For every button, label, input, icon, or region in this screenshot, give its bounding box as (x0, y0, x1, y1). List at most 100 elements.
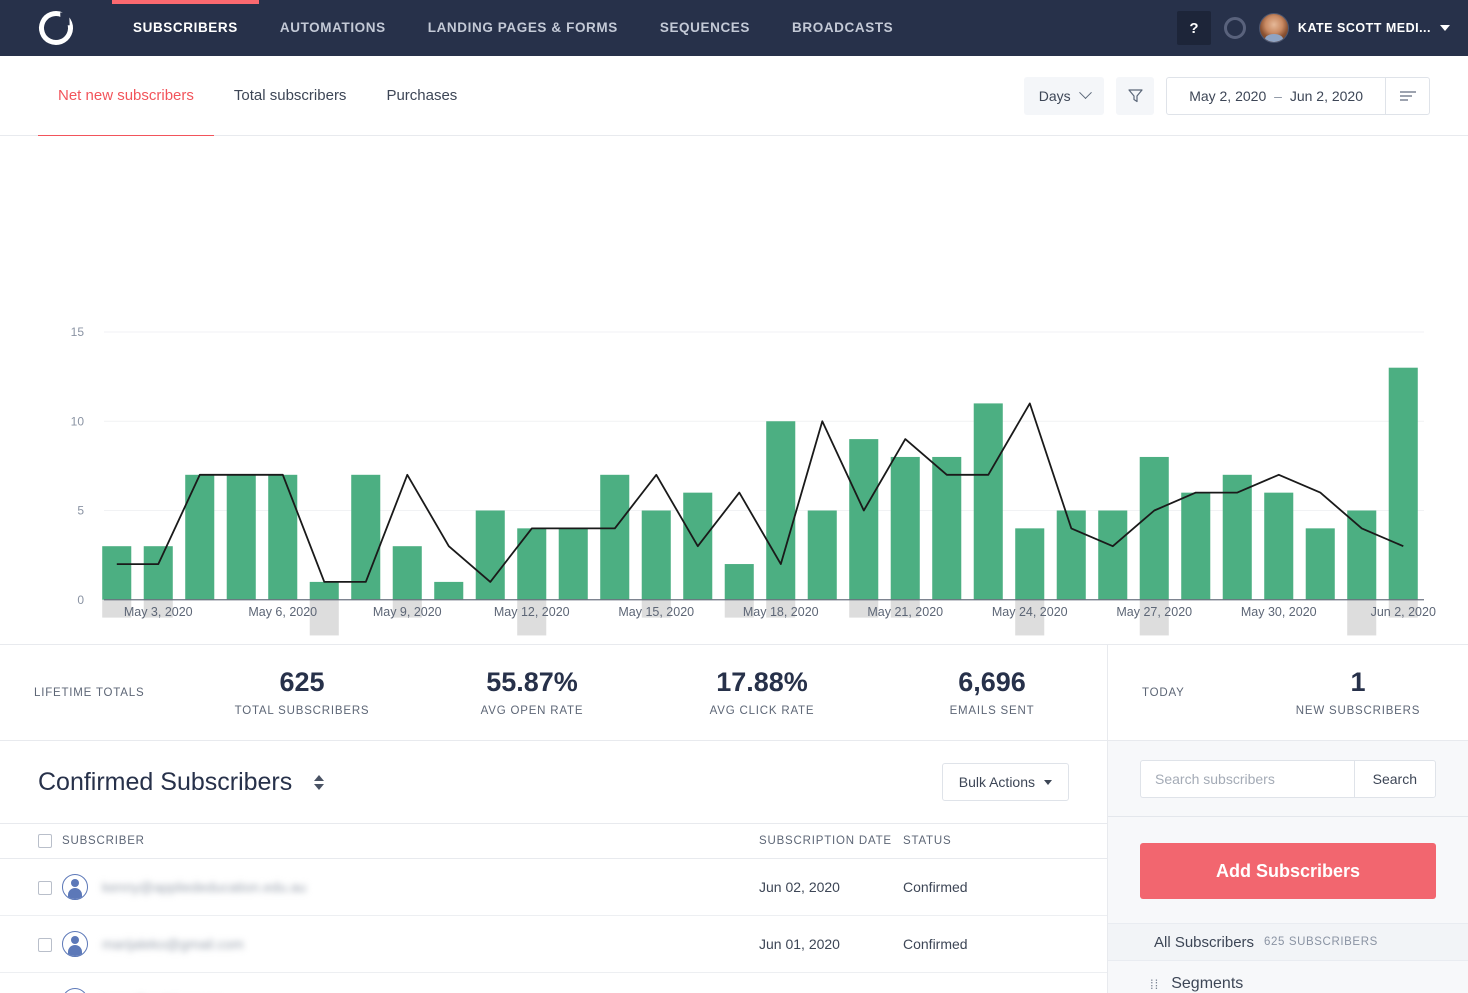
summary-stats-row: LIFETIME TOTALS 625 TOTAL SUBSCRIBERS 55… (0, 645, 1468, 741)
table-header: SUBSCRIBER SUBSCRIPTION DATE STATUS (0, 824, 1107, 859)
sidebar-item-segments[interactable]: ⁞⁞ Segments (1108, 961, 1468, 993)
today-label: TODAY (1142, 687, 1185, 699)
stat-emails-sent: 6,696 EMAILS SENT (877, 668, 1107, 717)
add-subscribers-wrap: Add Subscribers (1108, 817, 1468, 923)
column-subscriber[interactable]: SUBSCRIBER (62, 824, 759, 859)
convertkit-logo-icon (34, 6, 78, 50)
date-options-button[interactable] (1385, 78, 1429, 114)
date-range-picker[interactable]: May 2, 2020 – Jun 2, 2020 (1166, 77, 1430, 115)
sidebar-search-row: Search (1108, 741, 1468, 816)
svg-text:10: 10 (71, 414, 85, 428)
avatar (1259, 13, 1289, 43)
date-start: May 2, 2020 (1189, 88, 1266, 104)
avatar (62, 874, 88, 900)
stat-avg-open-rate: 55.87% AVG OPEN RATE (417, 668, 647, 717)
row-checkbox[interactable] (38, 881, 52, 895)
granularity-select[interactable]: Days (1024, 77, 1104, 115)
lifetime-stat-group: 625 TOTAL SUBSCRIBERS 55.87% AVG OPEN RA… (187, 668, 1107, 717)
select-all-header (0, 824, 62, 859)
chart-svg: 151050-5May 3, 2020May 6, 2020May 9, 202… (0, 136, 1468, 644)
list-lines-icon (1399, 90, 1417, 102)
help-icon[interactable]: ? (1177, 11, 1211, 45)
table-body: kenny@appliededucation.edu.au Jun 02, 20… (0, 859, 1107, 993)
tab-total-subscribers[interactable]: Total subscribers (214, 56, 367, 136)
stat-value: 625 (187, 668, 417, 698)
stat-avg-click-rate: 17.88% AVG CLICK RATE (647, 668, 877, 717)
date-range-text[interactable]: May 2, 2020 – Jun 2, 2020 (1167, 88, 1385, 104)
subscribers-sidebar: Search Add Subscribers All Subscribers 6… (1108, 741, 1468, 993)
svg-text:May 9, 2020: May 9, 2020 (373, 605, 442, 619)
nav-item-subscribers[interactable]: SUBSCRIBERS (112, 0, 259, 56)
svg-text:May 27, 2020: May 27, 2020 (1116, 605, 1192, 619)
top-navigation-bar: SUBSCRIBERS AUTOMATIONS LANDING PAGES & … (0, 0, 1468, 56)
svg-text:15: 15 (71, 325, 85, 339)
tab-net-new-subscribers[interactable]: Net new subscribers (38, 56, 214, 136)
svg-text:May 24, 2020: May 24, 2020 (992, 605, 1068, 619)
row-subscriber-cell: kenny@appliededucation.edu.au (62, 859, 759, 916)
row-subscriber-cell: marijaleko@gmail.com (62, 916, 759, 973)
column-subscription-date[interactable]: SUBSCRIPTION DATE (759, 824, 903, 859)
sort-updown-icon[interactable] (314, 775, 324, 790)
report-controls: Days May 2, 2020 – Jun 2, 2020 (1024, 77, 1430, 115)
svg-text:May 18, 2020: May 18, 2020 (743, 605, 819, 619)
today-sublabel: NEW SUBSCRIBERS (1278, 705, 1438, 717)
lifetime-totals-label: LIFETIME TOTALS (34, 687, 144, 699)
avatar (62, 931, 88, 957)
nav-item-broadcasts[interactable]: BROADCASTS (771, 0, 914, 56)
search-input[interactable] (1140, 760, 1354, 798)
today-stat: 1 NEW SUBSCRIBERS (1278, 668, 1438, 717)
row-date-cell: Jun 01, 2020 (759, 916, 903, 973)
stat-label: TOTAL SUBSCRIBERS (187, 705, 417, 717)
nav-item-landing-pages-forms[interactable]: LANDING PAGES & FORMS (407, 0, 639, 56)
row-status-cell: Confirmed (903, 916, 1107, 973)
svg-text:Jun 2, 2020: Jun 2, 2020 (1371, 605, 1436, 619)
svg-text:May 12, 2020: May 12, 2020 (494, 605, 570, 619)
sidebar-item-all-subscribers[interactable]: All Subscribers 625 SUBSCRIBERS (1108, 923, 1468, 961)
table-row[interactable]: kenny@appliededucation.edu.au Jun 02, 20… (0, 859, 1107, 916)
stat-label: EMAILS SENT (877, 705, 1107, 717)
row-date-cell: Jun 01, 2020 (759, 973, 903, 993)
search-button[interactable]: Search (1354, 760, 1436, 798)
add-subscribers-button[interactable]: Add Subscribers (1140, 843, 1436, 899)
nav-item-automations[interactable]: AUTOMATIONS (259, 0, 407, 56)
funnel-filter-icon (1127, 87, 1144, 104)
tab-purchases[interactable]: Purchases (366, 56, 477, 136)
svg-text:May 21, 2020: May 21, 2020 (867, 605, 943, 619)
dots-grid-icon: ⁞⁞ (1150, 977, 1159, 992)
bulk-actions-button[interactable]: Bulk Actions (942, 763, 1069, 801)
date-separator: – (1270, 88, 1286, 104)
row-status-cell: Confirmed (903, 859, 1107, 916)
stat-value: 17.88% (647, 668, 877, 698)
svg-text:0: 0 (77, 593, 84, 607)
table-row[interactable]: marijaleko@gmail.com Jun 01, 2020 Confir… (0, 916, 1107, 973)
svg-text:May 15, 2020: May 15, 2020 (618, 605, 694, 619)
net-new-subscribers-chart: 151050-5May 3, 2020May 6, 2020May 9, 202… (0, 136, 1468, 645)
report-tabs: Net new subscribers Total subscribers Pu… (38, 56, 477, 136)
nav-item-sequences[interactable]: SEQUENCES (639, 0, 771, 56)
filter-button[interactable] (1116, 77, 1154, 115)
bulk-actions-label: Bulk Actions (959, 774, 1035, 790)
subscriber-email[interactable]: marijaleko@gmail.com (102, 936, 244, 952)
select-all-checkbox[interactable] (38, 834, 52, 848)
sidebar-item-count: 625 SUBSCRIBERS (1264, 936, 1378, 948)
lifetime-totals-panel: LIFETIME TOTALS 625 TOTAL SUBSCRIBERS 55… (0, 645, 1108, 740)
subscribers-panel: Confirmed Subscribers Bulk Actions SUBSC… (0, 741, 1108, 993)
row-date-cell: Jun 02, 2020 (759, 859, 903, 916)
date-end: Jun 2, 2020 (1290, 88, 1363, 104)
subscriber-email[interactable]: kenny@appliededucation.edu.au (102, 879, 306, 895)
row-checkbox[interactable] (38, 938, 52, 952)
stat-label: AVG OPEN RATE (417, 705, 647, 717)
subscribers-header: Confirmed Subscribers Bulk Actions (0, 741, 1107, 823)
circle-ring-icon[interactable] (1224, 17, 1246, 39)
sidebar-item-label: Segments (1171, 975, 1243, 993)
account-menu[interactable]: KATE SCOTT MEDI... (1259, 13, 1454, 43)
today-value: 1 (1278, 668, 1438, 698)
row-select-cell (0, 859, 62, 916)
row-status-cell: Confirmed (903, 973, 1107, 993)
column-status[interactable]: STATUS (903, 824, 1107, 859)
subscribers-table: SUBSCRIBER SUBSCRIPTION DATE STATUS kenn… (0, 823, 1107, 993)
app-logo[interactable] (0, 0, 112, 56)
table-row[interactable]: team@nathl.org.nz Jun 01, 2020 Confirmed (0, 973, 1107, 993)
sort-descending-icon (314, 784, 324, 790)
row-subscriber-cell: team@nathl.org.nz (62, 973, 759, 993)
